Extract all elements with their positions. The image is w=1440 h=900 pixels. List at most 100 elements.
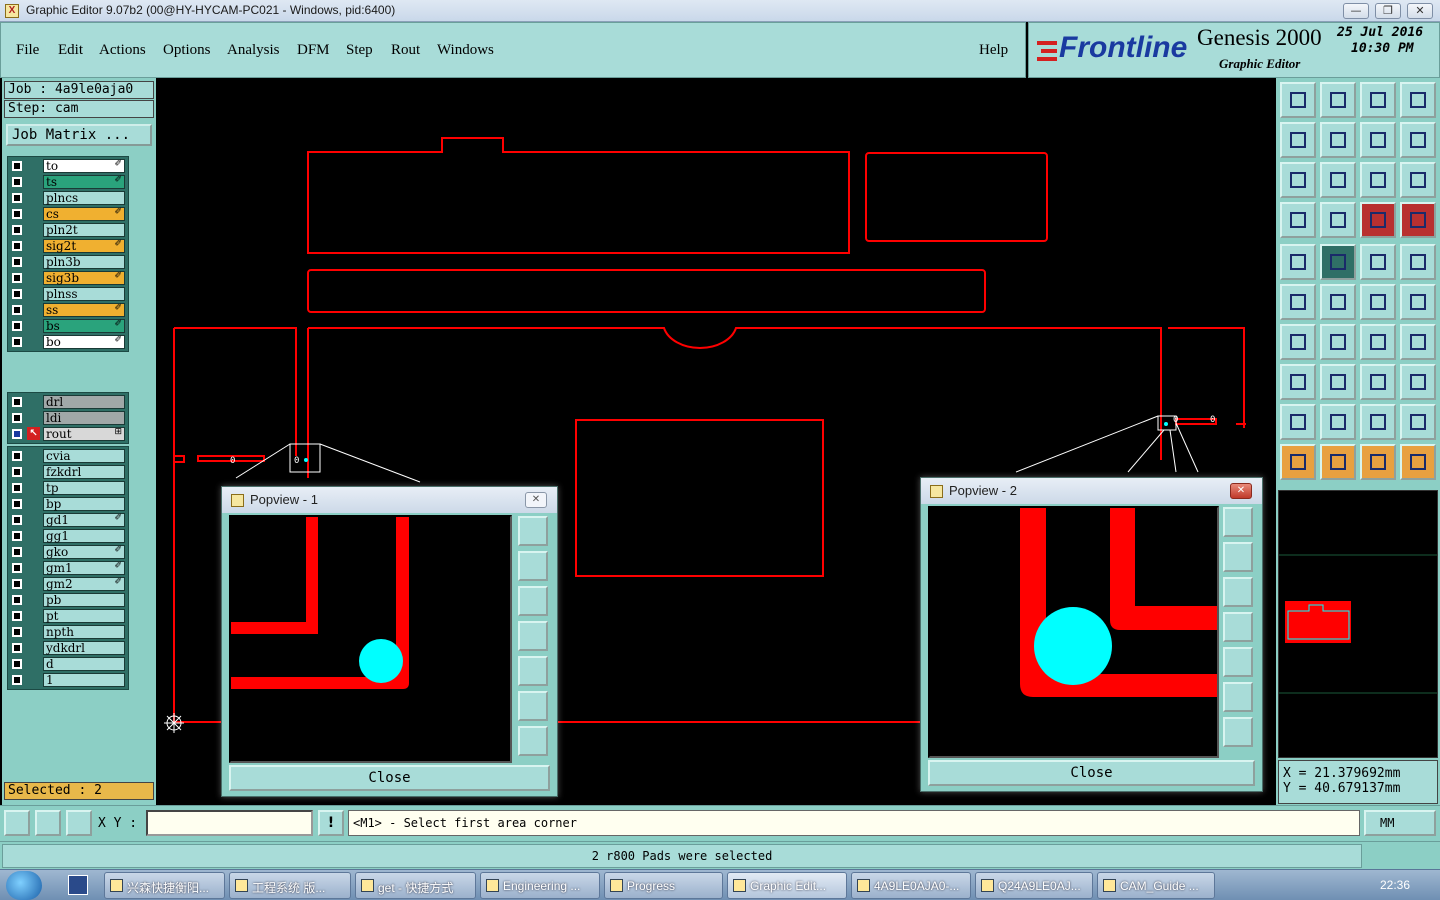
arch-icon[interactable]: [1320, 404, 1356, 440]
taskbar-item[interactable]: Engineering ...: [480, 872, 600, 899]
menu-options[interactable]: Options: [163, 42, 211, 59]
menu-windows[interactable]: Windows: [437, 42, 494, 59]
line-icon[interactable]: [1360, 284, 1396, 320]
layer-name[interactable]: ss: [43, 303, 125, 317]
layer-checkbox[interactable]: [12, 611, 22, 621]
menu-analysis[interactable]: Analysis: [227, 42, 280, 59]
scale-icon[interactable]: [1360, 162, 1396, 198]
popview-zoom-icon[interactable]: [518, 516, 548, 546]
layer-checkbox[interactable]: [12, 289, 22, 299]
layer-checkbox[interactable]: [12, 563, 22, 573]
layer-row-bo[interactable]: bo ✐: [8, 334, 128, 350]
layer-name[interactable]: ydkdrl: [43, 641, 125, 655]
layer-row-cvia[interactable]: cvia: [8, 448, 128, 464]
layer-row-bp[interactable]: bp: [8, 496, 128, 512]
layer-name[interactable]: pb: [43, 593, 125, 607]
layer-checkbox[interactable]: [12, 209, 22, 219]
layer-row-gm1[interactable]: gm1 ✐: [8, 560, 128, 576]
help-icon[interactable]: [1400, 162, 1436, 198]
layer-name[interactable]: cvia: [43, 449, 125, 463]
popview-1-close-button[interactable]: Close: [229, 765, 550, 791]
connect-icon[interactable]: [1280, 284, 1316, 320]
close-button[interactable]: ✕: [1407, 3, 1433, 19]
layer-row-ss[interactable]: ss ✐: [8, 302, 128, 318]
popview-1-view[interactable]: [229, 515, 512, 763]
layer-checkbox[interactable]: [12, 257, 22, 267]
layer-name[interactable]: to: [43, 159, 125, 173]
layer-row-plncs[interactable]: plncs: [8, 190, 128, 206]
shape-icon[interactable]: [1400, 364, 1436, 400]
snap-pad-icon[interactable]: [1280, 244, 1316, 280]
layer-row-gko[interactable]: gko ✐: [8, 544, 128, 560]
layer-name[interactable]: bs: [43, 319, 125, 333]
layer-checkbox[interactable]: [12, 429, 22, 439]
job-matrix-button[interactable]: Job Matrix ...: [6, 124, 152, 146]
pan-left-icon[interactable]: [518, 621, 548, 651]
popview-2-titlebar[interactable]: Popview - 2 ✕: [921, 478, 1262, 504]
layer-checkbox[interactable]: [12, 321, 22, 331]
layer-checkbox[interactable]: [12, 499, 22, 509]
move-icon[interactable]: [1280, 364, 1316, 400]
pan-right-icon[interactable]: [1223, 647, 1253, 677]
select2-icon[interactable]: [1320, 444, 1356, 480]
draw-icon[interactable]: [1320, 324, 1356, 360]
layer-name[interactable]: pt: [43, 609, 125, 623]
layer-checkbox[interactable]: [12, 531, 22, 541]
layer-name[interactable]: fzkdrl: [43, 465, 125, 479]
triangle-icon[interactable]: [1280, 404, 1316, 440]
layer-name[interactable]: d: [43, 657, 125, 671]
mirror-icon[interactable]: [1320, 364, 1356, 400]
filter-icon[interactable]: [1360, 202, 1396, 238]
flip-icon[interactable]: [1400, 324, 1436, 360]
layer-name[interactable]: bp: [43, 497, 125, 511]
layer-row-gm2[interactable]: gm2 ✐: [8, 576, 128, 592]
layer-name[interactable]: drl: [43, 395, 125, 409]
zoom-out-icon[interactable]: [518, 691, 548, 721]
layer-row-bs[interactable]: bs ✐: [8, 318, 128, 334]
layer-name[interactable]: ldi: [43, 411, 125, 425]
layer-row-plnss[interactable]: plnss: [8, 286, 128, 302]
download-icon[interactable]: [1320, 82, 1356, 118]
measure-icon[interactable]: [1360, 364, 1396, 400]
layer-name[interactable]: ts: [43, 175, 125, 189]
taskbar-item[interactable]: Q24A9LE0AJ...: [975, 872, 1093, 899]
pan-up-icon[interactable]: [1223, 542, 1253, 572]
popview-2-close-x[interactable]: ✕: [1230, 483, 1252, 499]
layer-row-pln3b[interactable]: pln3b: [8, 254, 128, 270]
zoom-out-icon[interactable]: [1223, 682, 1253, 712]
popview-1-close-x[interactable]: ✕: [525, 492, 547, 508]
swap-icon[interactable]: [1400, 122, 1436, 158]
layer-name[interactable]: sig2t: [43, 239, 125, 253]
taskbar-item[interactable]: Progress: [604, 872, 723, 899]
layer-name[interactable]: gm2: [43, 577, 125, 591]
layer-checkbox[interactable]: [12, 627, 22, 637]
layer-row-pb[interactable]: pb: [8, 592, 128, 608]
filter2-icon[interactable]: [1400, 202, 1436, 238]
layer-checkbox[interactable]: [12, 579, 22, 589]
layer-row-gg1[interactable]: gg1: [8, 528, 128, 544]
layer-checkbox[interactable]: [12, 675, 22, 685]
snap-line-icon[interactable]: [1320, 244, 1356, 280]
popview-1-titlebar[interactable]: Popview - 1 ✕: [222, 487, 557, 513]
layer-name[interactable]: pln2t: [43, 223, 125, 237]
alert-button[interactable]: !: [318, 810, 344, 836]
upload-icon[interactable]: [1280, 82, 1316, 118]
layer-checkbox[interactable]: [12, 515, 22, 525]
fit-icon[interactable]: [1280, 162, 1316, 198]
layer-name[interactable]: 1: [43, 673, 125, 687]
layer-name[interactable]: plncs: [43, 191, 125, 205]
menu-help[interactable]: Help: [979, 42, 1008, 59]
taskbar-item[interactable]: Graphic Edit...: [727, 872, 847, 899]
layer-row-cs[interactable]: cs ✐: [8, 206, 128, 222]
layer-row-tp[interactable]: tp: [8, 480, 128, 496]
taskbar-item[interactable]: 工程系统 版...: [229, 872, 351, 899]
layer-checkbox[interactable]: [12, 643, 22, 653]
arch3-icon[interactable]: [1400, 404, 1436, 440]
undo-icon[interactable]: [1360, 122, 1396, 158]
zoom-in-icon[interactable]: [1223, 717, 1253, 747]
popview-2-close-button[interactable]: Close: [928, 760, 1255, 786]
taskbar-item[interactable]: 兴森快捷衡阳...: [104, 872, 225, 899]
layer-row-ldi[interactable]: ldi: [8, 410, 128, 426]
grid-icon[interactable]: [66, 810, 92, 836]
arch2-icon[interactable]: [1360, 404, 1396, 440]
